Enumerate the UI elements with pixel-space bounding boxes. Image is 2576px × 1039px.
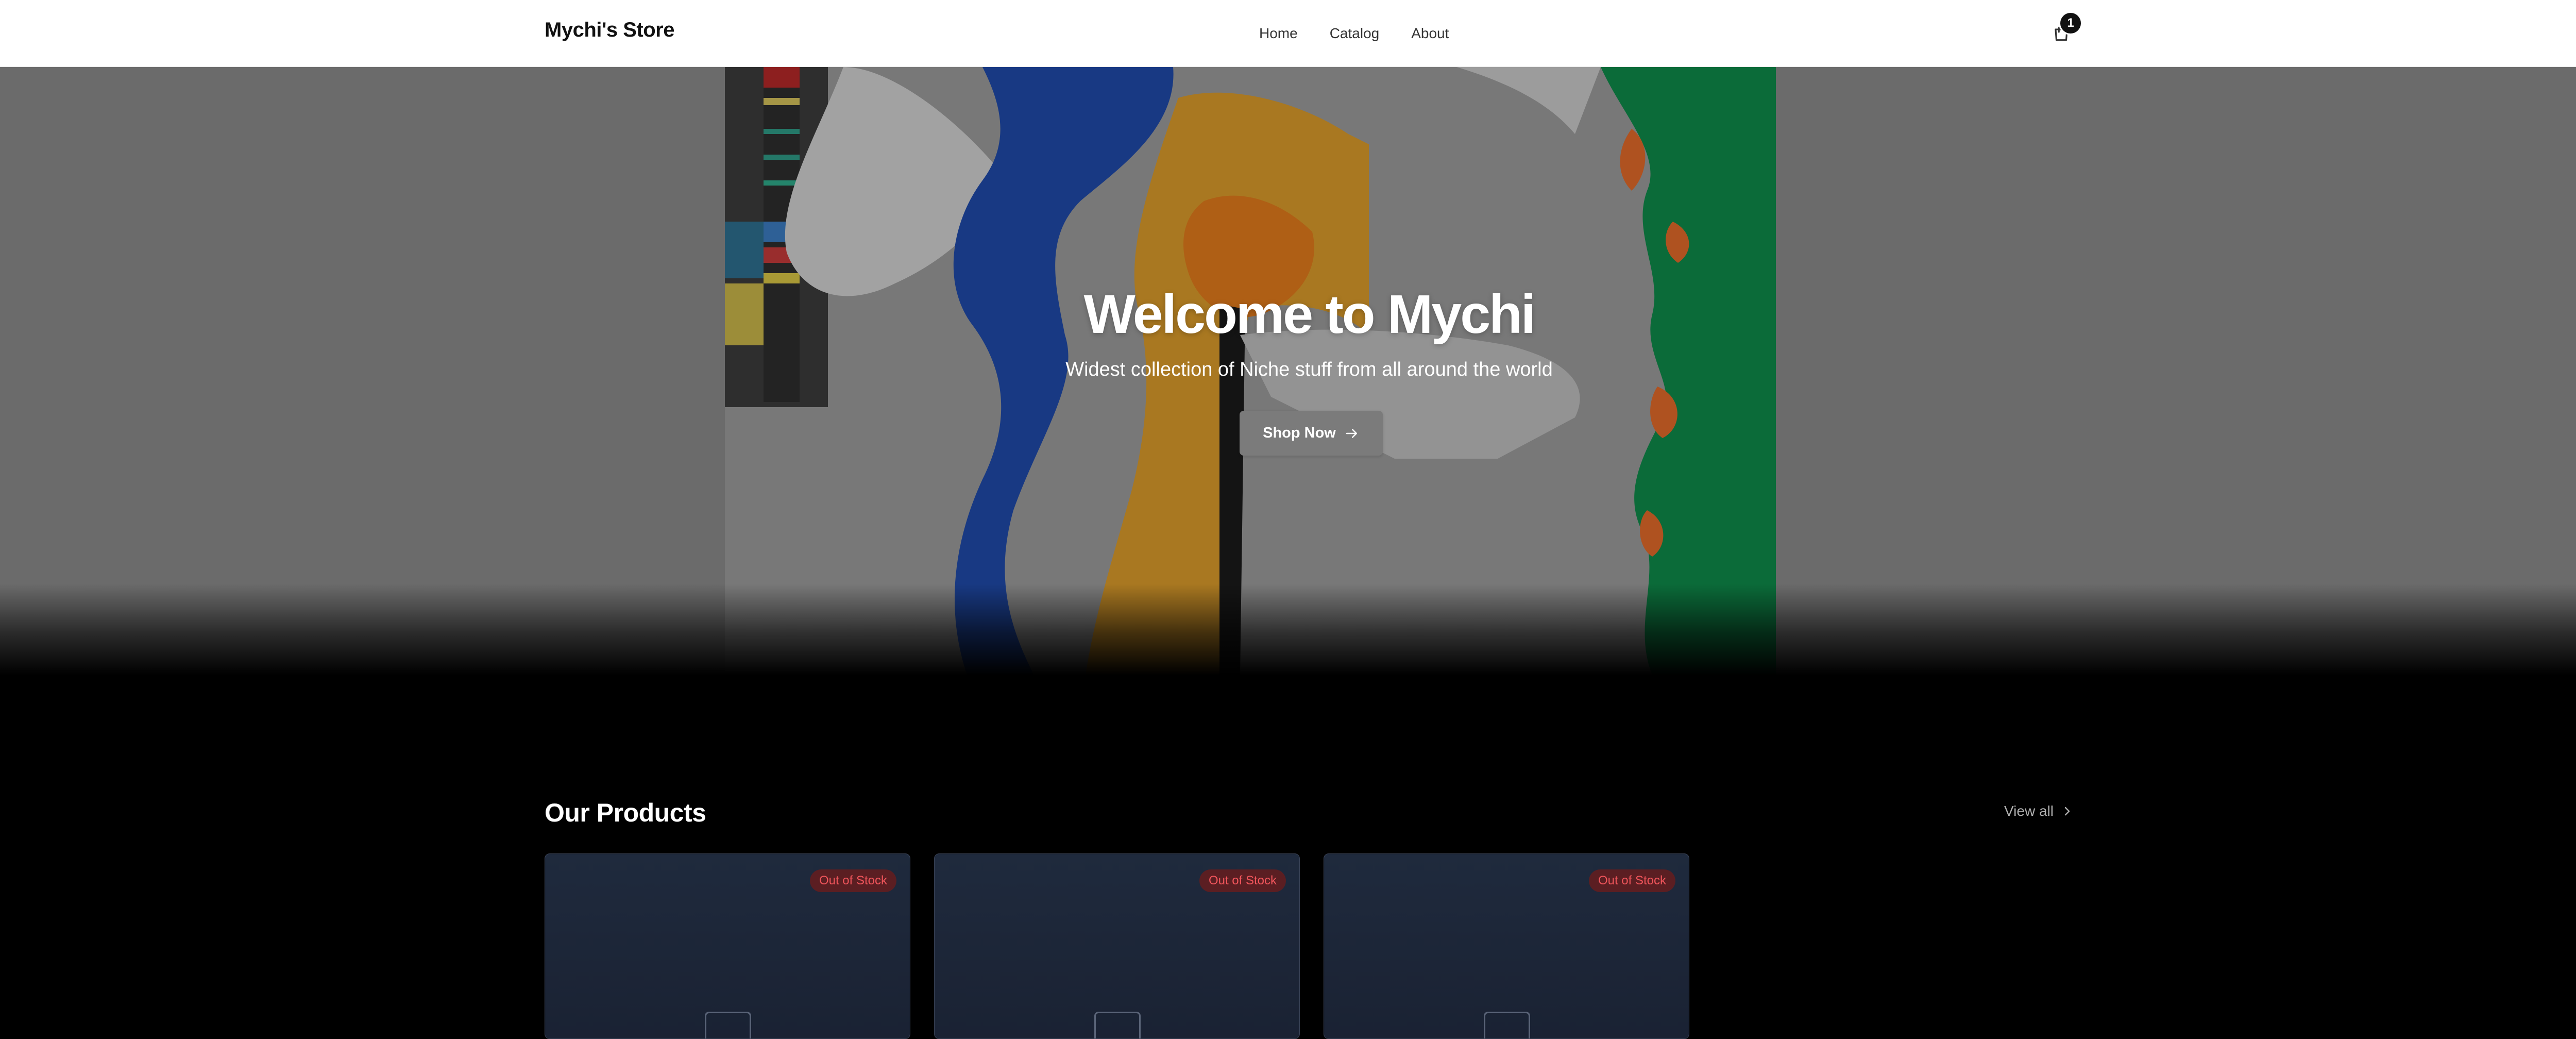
hero-title: Welcome to Mychi (1083, 284, 1536, 345)
store-logo[interactable]: Mychi's Store (545, 19, 674, 42)
chevron-right-icon (2064, 807, 2070, 816)
site-header: Mychi's Store Home Catalog About 1 (0, 0, 2576, 67)
image-placeholder-icon (1484, 1012, 1530, 1038)
shop-now-label: Shop Now (1263, 425, 1336, 441)
main-nav: Home Catalog About (1259, 0, 1481, 67)
shop-now-button[interactable]: Shop Now (1240, 411, 1383, 456)
out-of-stock-badge: Out of Stock (1199, 869, 1286, 892)
view-all-link[interactable]: View all (2004, 803, 2073, 819)
out-of-stock-badge: Out of Stock (1588, 869, 1675, 892)
product-card[interactable]: Out of Stock (1324, 853, 1689, 1039)
image-placeholder-icon (1094, 1012, 1141, 1038)
products-section-title: Our Products (545, 798, 706, 827)
arrow-right-icon (1346, 428, 1357, 438)
image-placeholder-icon (705, 1012, 751, 1038)
hero-subtitle: Widest collection of Niche stuff from al… (1065, 359, 1553, 380)
nav-home-link[interactable]: Home (1259, 25, 1298, 42)
nav-catalog-link[interactable]: Catalog (1330, 25, 1380, 42)
view-all-label: View all (2004, 803, 2054, 819)
product-card[interactable]: Out of Stock (545, 853, 910, 1039)
cart-count-badge: 1 (2059, 11, 2082, 35)
product-card[interactable]: Out of Stock (934, 853, 1300, 1039)
out-of-stock-badge: Out of Stock (809, 869, 896, 892)
nav-about-link[interactable]: About (1411, 25, 1449, 42)
hero-banner: Welcome to Mychi Widest collection of Ni… (0, 67, 2576, 675)
